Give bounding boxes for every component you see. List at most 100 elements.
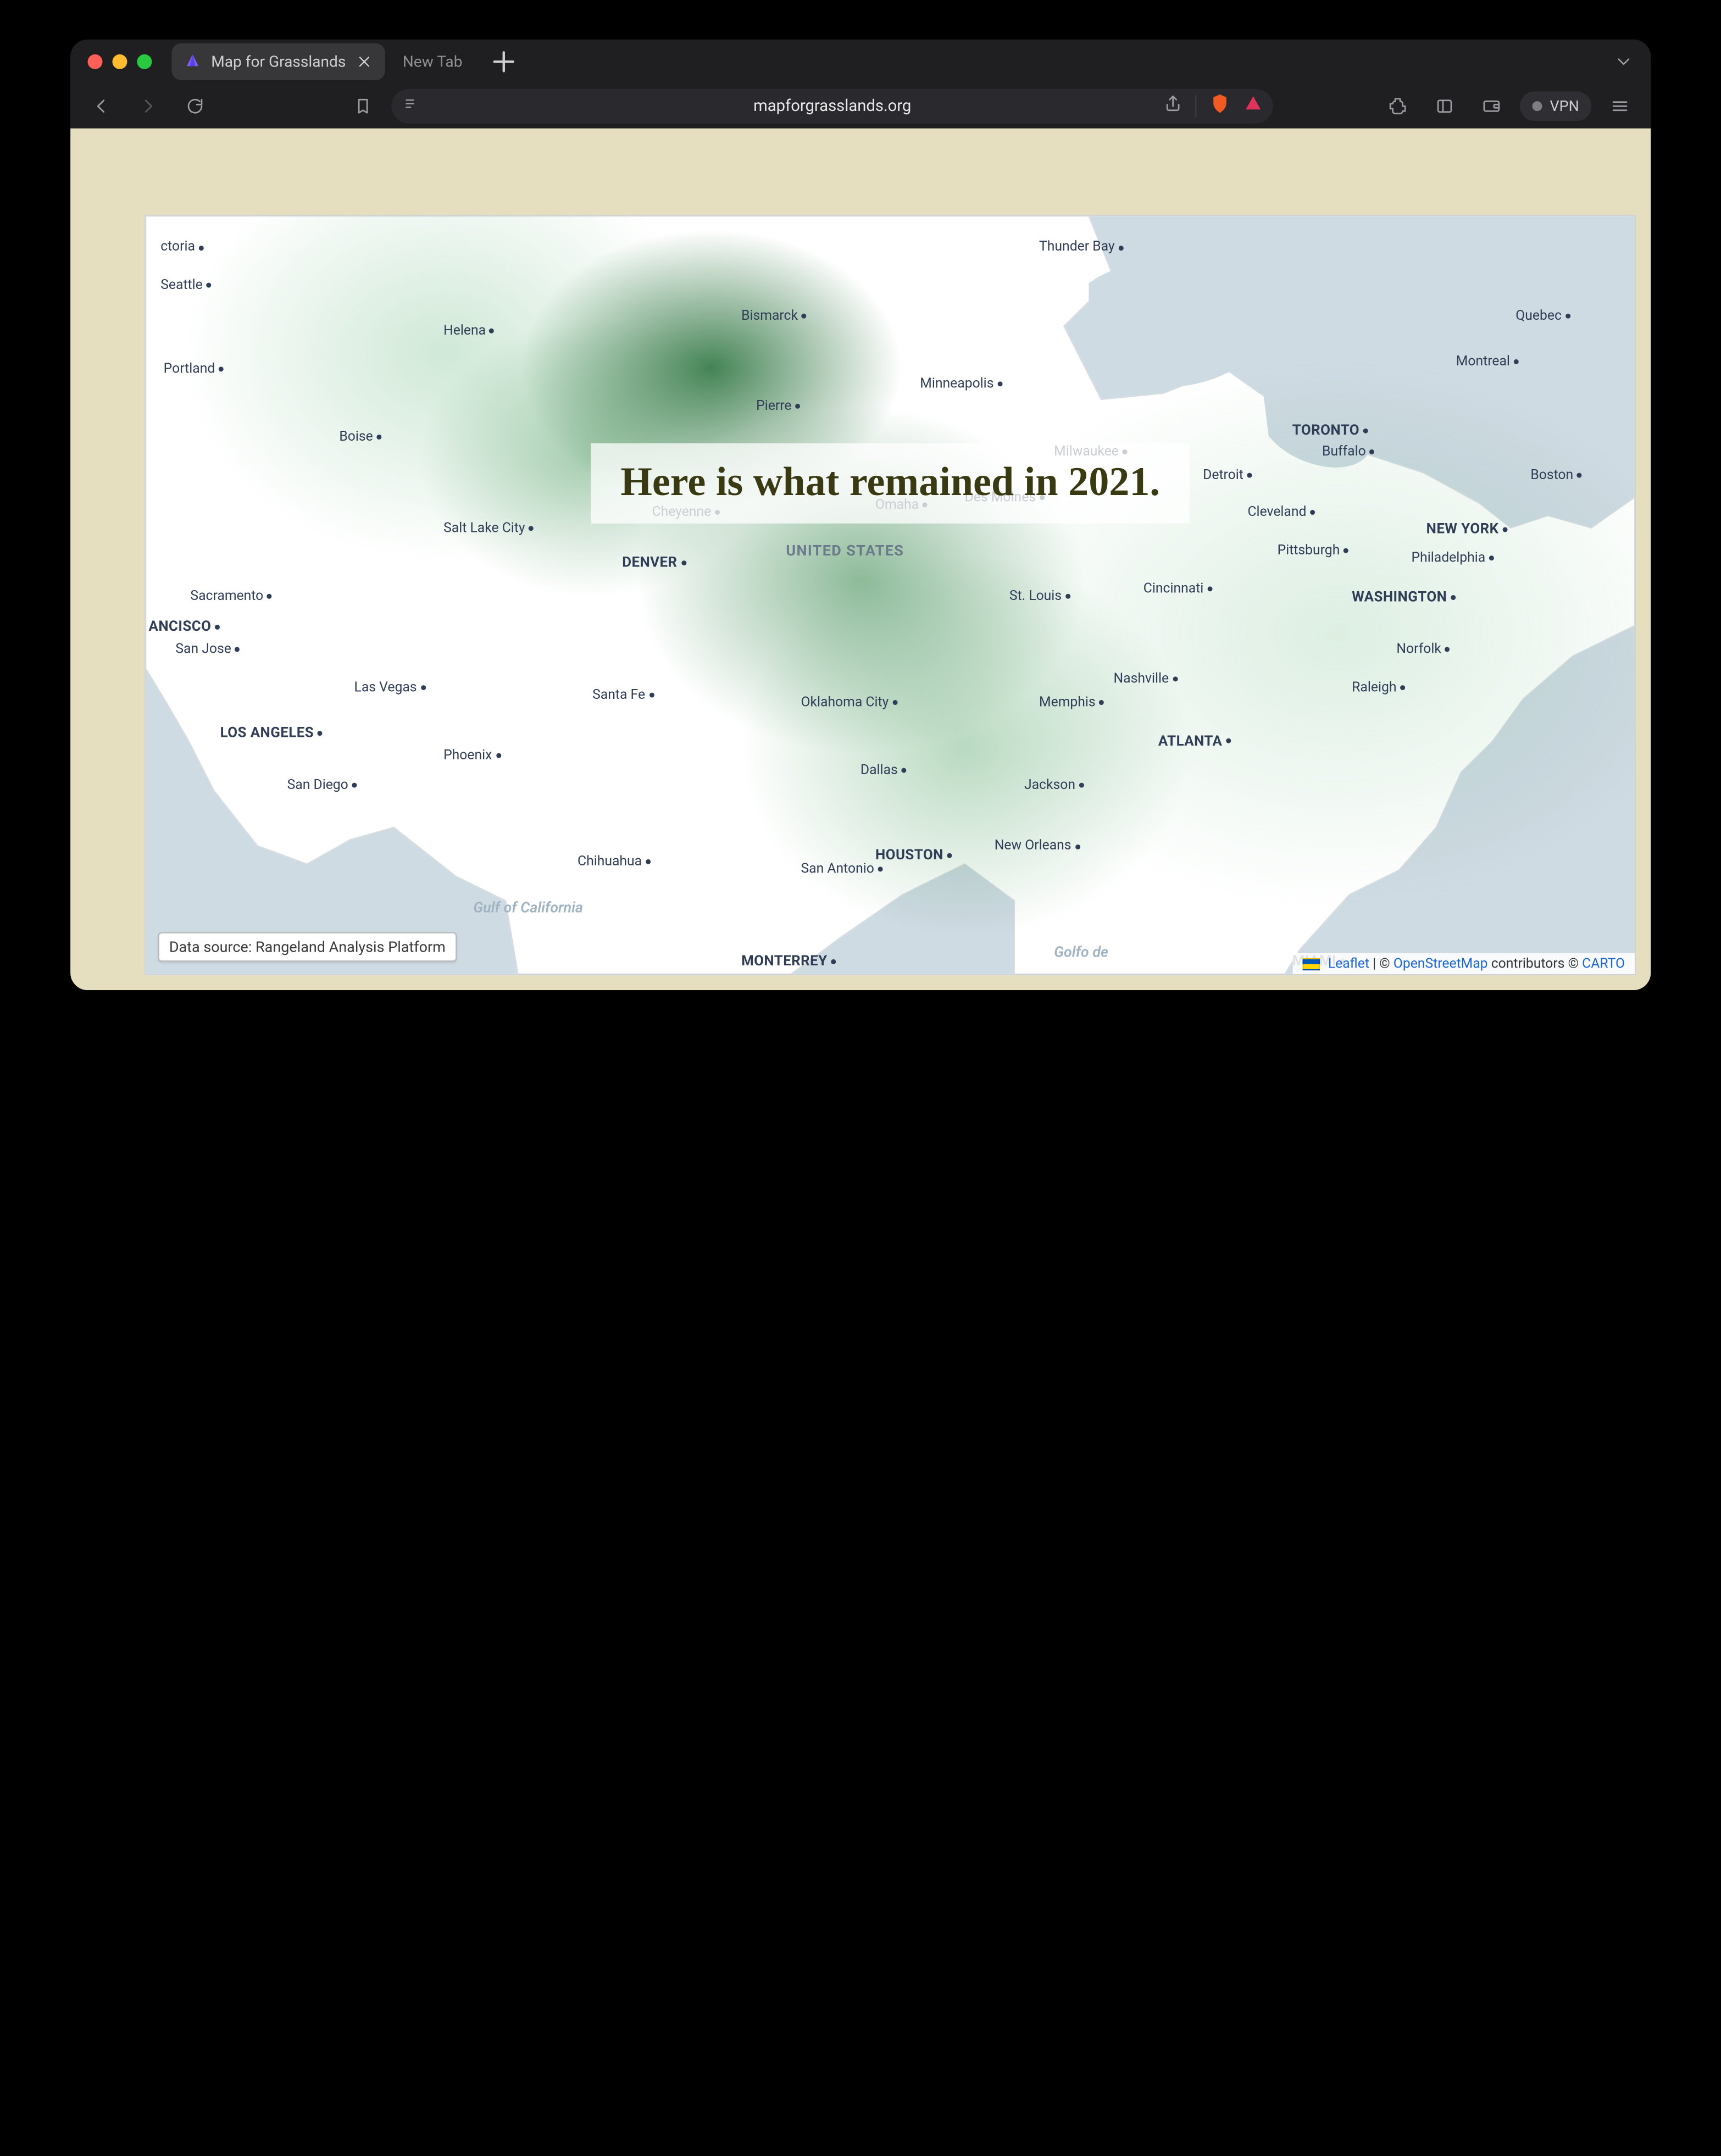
city-marker-icon xyxy=(1565,313,1570,318)
close-window-button[interactable] xyxy=(88,54,103,69)
extensions-button[interactable] xyxy=(1379,89,1416,124)
back-button[interactable] xyxy=(83,89,120,124)
city-name: Montreal xyxy=(1456,353,1510,369)
attribution-carto-link[interactable]: CARTO xyxy=(1582,955,1625,971)
sidebar-button[interactable] xyxy=(1426,89,1463,124)
city-marker-icon xyxy=(997,381,1002,386)
maximize-window-button[interactable] xyxy=(137,54,152,69)
city-marker-icon xyxy=(267,594,272,599)
city-label: Minneapolis xyxy=(920,375,1002,391)
share-button[interactable] xyxy=(1163,94,1183,119)
tab-title: Map for Grasslands xyxy=(211,52,346,71)
city-marker-icon xyxy=(215,625,220,630)
minimize-window-button[interactable] xyxy=(112,54,127,69)
tab-close-button[interactable] xyxy=(356,53,373,70)
city-label: LOS ANGELES xyxy=(220,724,323,741)
vpn-label: VPN xyxy=(1550,98,1579,115)
brave-shields-icon[interactable] xyxy=(1209,93,1231,120)
city-name: Sacramento xyxy=(190,587,263,603)
city-label: Salt Lake City xyxy=(443,519,534,535)
city-label: Seattle xyxy=(160,277,211,293)
favicon-icon xyxy=(184,53,201,70)
city-marker-icon xyxy=(1489,556,1494,561)
city-marker-icon xyxy=(496,753,501,758)
city-label: San Antonio xyxy=(801,860,882,876)
city-label: WASHINGTON xyxy=(1352,587,1456,604)
forward-button[interactable] xyxy=(130,89,166,124)
reload-button[interactable] xyxy=(176,89,213,124)
city-label: Nashville xyxy=(1114,671,1178,687)
vpn-status-icon xyxy=(1533,101,1542,111)
city-name: San Antonio xyxy=(801,860,874,876)
city-name: St. Louis xyxy=(1009,587,1062,603)
water-label: Golfo de xyxy=(1054,944,1108,961)
city-marker-icon xyxy=(831,959,836,964)
city-marker-icon xyxy=(878,866,883,871)
city-name: DENVER xyxy=(622,553,677,570)
city-label: TORONTO xyxy=(1292,421,1368,438)
city-name: Minneapolis xyxy=(920,375,993,391)
toolbar: mapforgrasslands.org VPN xyxy=(70,84,1651,129)
bookmark-button[interactable] xyxy=(345,89,381,124)
window-controls xyxy=(88,54,152,69)
page-viewport: UNITED STATES ctoriaSeattlePortlandBoise… xyxy=(70,129,1651,990)
city-name: Philadelphia xyxy=(1412,549,1486,565)
city-marker-icon xyxy=(646,859,651,864)
city-marker-icon xyxy=(1400,685,1405,690)
map-container[interactable]: UNITED STATES ctoriaSeattlePortlandBoise… xyxy=(145,215,1636,975)
city-label: ATLANTA xyxy=(1158,731,1231,748)
city-label: San Diego xyxy=(287,777,357,793)
city-label: Jackson xyxy=(1024,777,1084,793)
city-label: Boston xyxy=(1530,466,1582,482)
city-marker-icon xyxy=(1445,647,1450,652)
city-label: Montreal xyxy=(1456,353,1519,369)
country-label: UNITED STATES xyxy=(786,542,904,559)
city-marker-icon xyxy=(490,329,495,334)
city-name: Nashville xyxy=(1114,671,1169,687)
new-tab-button[interactable] xyxy=(487,46,519,77)
city-name: Memphis xyxy=(1039,693,1096,709)
wallet-button[interactable] xyxy=(1473,89,1510,124)
map-attribution: Leaflet | © OpenStreetMap contributors ©… xyxy=(1292,953,1635,974)
city-name: Pierre xyxy=(756,398,791,414)
city-marker-icon xyxy=(1502,526,1507,531)
city-name: San Diego xyxy=(287,777,348,793)
city-name: Detroit xyxy=(1203,466,1243,482)
city-marker-icon xyxy=(1363,428,1368,433)
city-marker-icon xyxy=(529,526,534,531)
site-settings-icon[interactable] xyxy=(401,95,418,117)
city-name: San Jose xyxy=(175,641,231,657)
city-marker-icon xyxy=(219,366,224,371)
brave-rewards-icon[interactable] xyxy=(1243,94,1263,119)
city-marker-icon xyxy=(352,784,357,788)
city-marker-icon xyxy=(1369,450,1374,455)
city-marker-icon xyxy=(1065,594,1070,599)
city-name: New Orleans xyxy=(995,838,1072,854)
city-label: NEW YORK xyxy=(1426,519,1508,536)
city-marker-icon xyxy=(1577,473,1582,477)
vpn-button[interactable]: VPN xyxy=(1520,91,1592,121)
city-name: Las Vegas xyxy=(354,679,417,694)
menu-button[interactable] xyxy=(1601,89,1638,124)
city-name: Thunder Bay xyxy=(1039,239,1115,255)
city-marker-icon xyxy=(1514,359,1519,364)
city-name: Portland xyxy=(164,360,215,376)
city-marker-icon xyxy=(377,435,382,440)
attribution-osm-link[interactable]: OpenStreetMap xyxy=(1394,955,1488,971)
city-label: Santa Fe xyxy=(592,686,654,702)
attribution-text: | © xyxy=(1373,955,1394,971)
city-label: Phoenix xyxy=(443,747,501,763)
city-label: Las Vegas xyxy=(354,679,426,694)
tab-inactive[interactable]: New Tab xyxy=(390,43,475,80)
city-name: Dallas xyxy=(861,762,898,778)
attribution-leaflet-link[interactable]: Leaflet xyxy=(1328,955,1369,971)
city-name: Buffalo xyxy=(1322,443,1366,459)
city-name: ctoria xyxy=(160,239,195,255)
tab-overflow-button[interactable] xyxy=(1614,52,1634,71)
address-bar[interactable]: mapforgrasslands.org xyxy=(391,89,1273,124)
city-name: Cincinnati xyxy=(1143,580,1204,596)
tab-active[interactable]: Map for Grasslands xyxy=(171,43,385,80)
city-label: Memphis xyxy=(1039,693,1104,709)
city-name: Helena xyxy=(443,322,486,338)
titlebar: Map for Grasslands New Tab xyxy=(70,40,1651,84)
